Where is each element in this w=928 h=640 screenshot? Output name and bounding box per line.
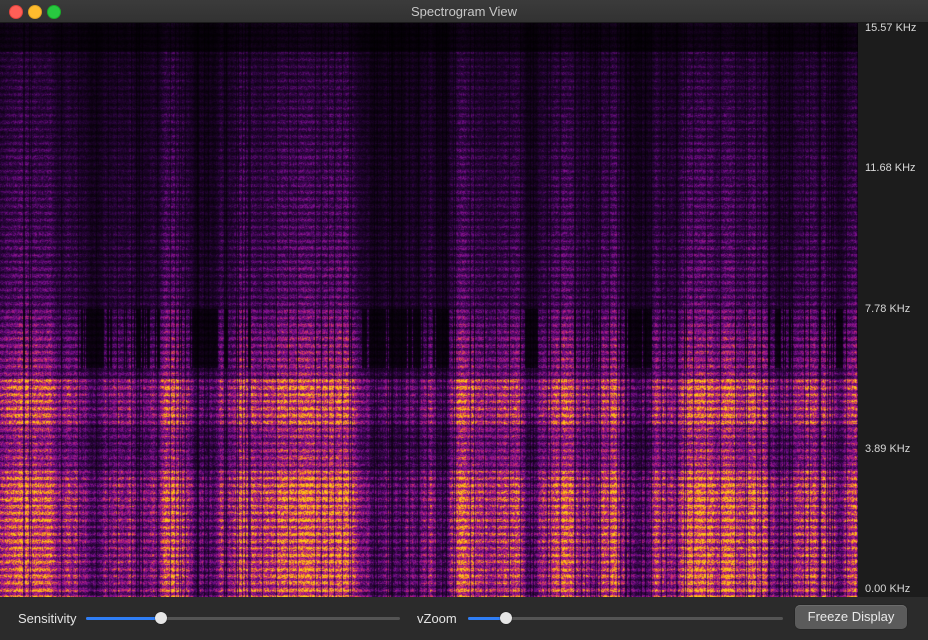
control-bar: Sensitivity vZoom Freeze Display	[0, 597, 928, 640]
slider-track	[468, 617, 783, 620]
slider-knob[interactable]	[499, 612, 512, 624]
spectrogram-canvas	[0, 23, 858, 597]
frequency-tick-label: 11.68 KHz	[865, 162, 916, 175]
spectrogram-window: Spectrogram View 15.57 KHz 11.68 KHz 7.7…	[0, 0, 928, 640]
vzoom-slider[interactable]	[468, 611, 783, 625]
freeze-display-button[interactable]: Freeze Display	[795, 605, 907, 629]
frequency-tick-label: 3.89 KHz	[865, 442, 911, 455]
sensitivity-slider[interactable]	[86, 611, 400, 625]
slider-fill	[86, 617, 162, 620]
sensitivity-label: Sensitivity	[18, 611, 77, 626]
frequency-axis: 15.57 KHz 11.68 KHz 7.78 KHz 3.89 KHz 0.…	[858, 22, 928, 597]
slider-knob[interactable]	[155, 612, 168, 624]
window-title: Spectrogram View	[411, 4, 517, 19]
frequency-tick-label: 7.78 KHz	[865, 302, 911, 315]
frequency-tick-label: 15.57 KHz	[865, 22, 917, 34]
title-bar[interactable]: Spectrogram View	[0, 0, 928, 23]
vzoom-label: vZoom	[417, 611, 457, 626]
spectrogram-display	[0, 23, 858, 597]
frequency-tick-label: 0.00 KHz	[865, 583, 911, 595]
